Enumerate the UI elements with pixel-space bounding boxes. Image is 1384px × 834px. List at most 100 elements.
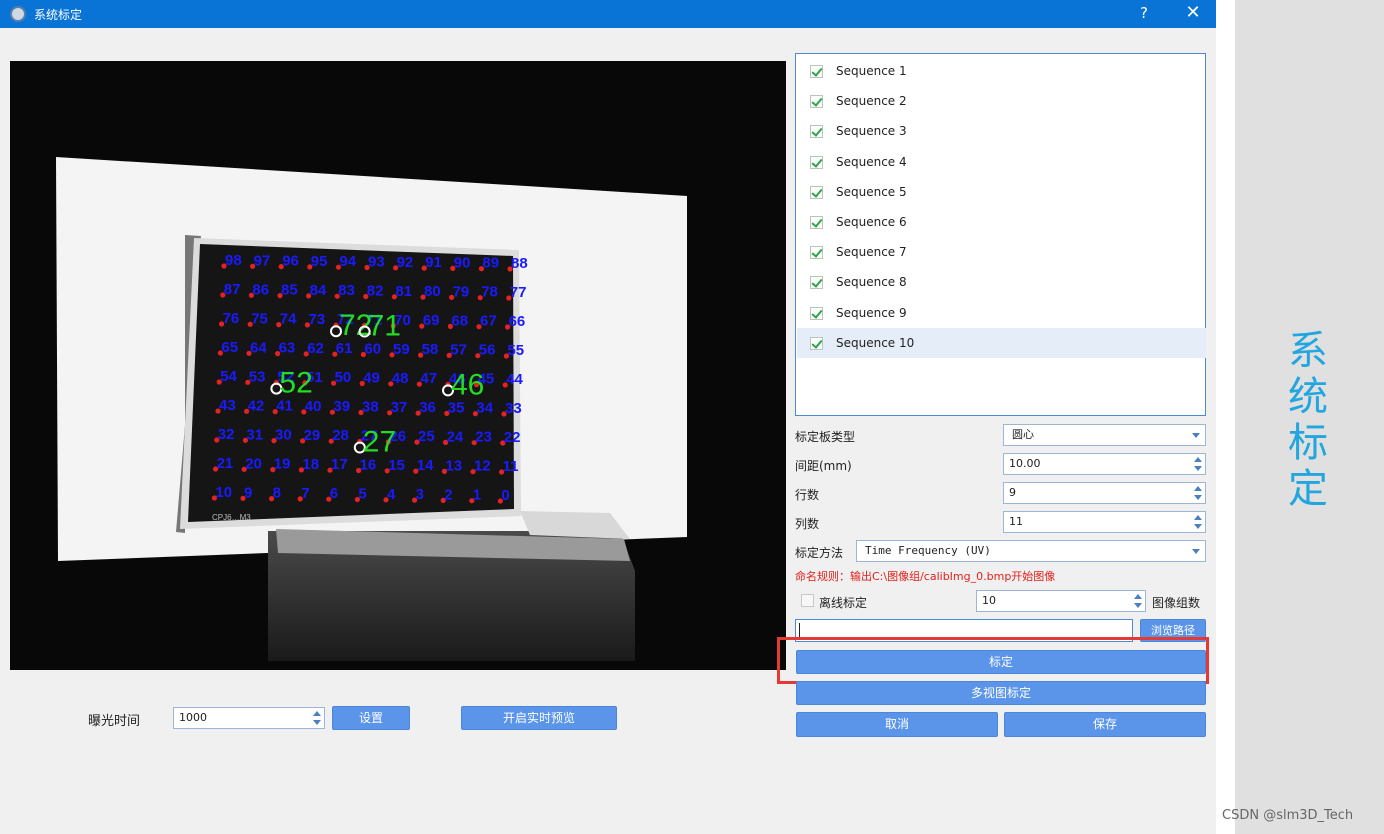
dot-number: 28	[332, 427, 349, 444]
dot-number: 38	[362, 399, 379, 416]
spin-arrows-icon[interactable]	[313, 711, 321, 725]
dot-number: 88	[511, 255, 528, 272]
dot-number: 29	[304, 427, 321, 444]
sequence-checkbox[interactable]	[810, 65, 823, 78]
marker-label: 27	[363, 426, 396, 459]
dot-number: 75	[251, 310, 268, 327]
sequence-checkbox[interactable]	[810, 336, 823, 350]
sequence-checkbox[interactable]	[810, 216, 823, 229]
sequence-item[interactable]: Sequence 4	[797, 147, 1206, 177]
image-group-count-input[interactable]: 10	[976, 590, 1146, 612]
dot-number: 89	[482, 255, 499, 272]
calibration-dialog: 系统标定 ? ✕ CPJ6…M3 98 97 96 95 94 93 92 91 90 89 88 8…	[0, 0, 1216, 834]
sequence-checkbox[interactable]	[810, 306, 823, 320]
sequence-checkbox[interactable]	[810, 155, 823, 169]
dot-number: 67	[480, 313, 497, 330]
sequence-checkbox[interactable]	[810, 125, 823, 139]
set-exposure-button[interactable]: 设置	[332, 706, 410, 730]
dot-number: 81	[395, 283, 412, 300]
spin-arrows-icon[interactable]	[1194, 515, 1202, 529]
sequence-checkbox[interactable]	[810, 246, 823, 260]
spacing-label: 间距(mm)	[795, 459, 852, 473]
dot-number: 59	[393, 341, 410, 358]
app-icon	[10, 6, 26, 22]
dot-number: 2	[444, 486, 452, 503]
dot-number: 50	[335, 369, 352, 386]
dot-number: 55	[507, 342, 524, 359]
dot-number: 40	[305, 398, 322, 415]
method-select[interactable]: Time Frequency (UV)	[856, 540, 1206, 562]
dot-number: 31	[246, 426, 263, 443]
window-title: 系统标定	[34, 8, 83, 22]
save-button[interactable]: 保存	[1004, 712, 1206, 737]
sequence-label: Sequence 8	[836, 275, 907, 290]
dot-number: 96	[282, 253, 299, 270]
sequence-item[interactable]: Sequence 5	[797, 177, 1206, 207]
sequence-checkbox[interactable]	[810, 185, 823, 199]
dot-number: 21	[217, 455, 234, 472]
sequence-item[interactable]: Sequence 6	[797, 207, 1206, 237]
spin-arrows-icon[interactable]	[1194, 457, 1202, 471]
spin-arrows-icon[interactable]	[1194, 486, 1202, 500]
sequence-item[interactable]: Sequence 1	[797, 56, 1206, 86]
method-value: Time Frequency (UV)	[865, 544, 991, 557]
exposure-input[interactable]: 1000	[173, 707, 325, 729]
method-label: 标定方法	[795, 546, 844, 560]
dot-number: 62	[307, 340, 324, 357]
sequence-label: Sequence 2	[836, 94, 907, 109]
sequence-label: Sequence 7	[836, 245, 907, 260]
dot-number: 37	[391, 399, 408, 416]
sequence-list[interactable]: Sequence 1 Sequence 2 Sequence 3 Sequence 4…	[795, 53, 1206, 416]
spin-arrows-icon[interactable]	[1134, 594, 1142, 608]
multi-calibrate-button[interactable]: 多视图标定	[796, 681, 1206, 705]
sequence-item[interactable]: Sequence 8	[797, 267, 1206, 297]
chevron-down-icon	[1192, 549, 1200, 554]
dot-number: 20	[245, 455, 262, 472]
dot-number: 65	[221, 339, 238, 356]
dot-number: 91	[425, 254, 442, 271]
cols-input[interactable]: 11	[1003, 511, 1206, 533]
help-button[interactable]: ?	[1132, 2, 1156, 26]
side-banner-title: 系 统 标 定	[1285, 328, 1331, 512]
sequence-item[interactable]: Sequence 10	[797, 327, 1206, 358]
dot-number: 69	[423, 312, 440, 329]
sequence-checkbox[interactable]	[810, 276, 823, 290]
sequence-checkbox[interactable]	[810, 95, 823, 109]
board-type-value: 圆心	[1012, 428, 1034, 441]
image-group-label: 图像组数	[1152, 596, 1201, 610]
side-banner: 系 统 标 定	[1235, 0, 1384, 834]
image-group-count-value: 10	[982, 594, 996, 607]
rows-input[interactable]: 9	[1003, 482, 1206, 504]
dot-number: 13	[445, 457, 462, 474]
marker-label: 52	[279, 367, 312, 400]
dot-number: 24	[447, 428, 464, 445]
sequence-label: Sequence 3	[836, 124, 907, 139]
sequence-item[interactable]: Sequence 9	[797, 298, 1206, 328]
title-bar: 系统标定 ? ✕	[0, 0, 1216, 28]
sequence-item[interactable]: Sequence 2	[797, 86, 1206, 116]
dot-number: 80	[424, 283, 441, 300]
offline-checkbox[interactable]	[801, 594, 814, 607]
cancel-button[interactable]: 取消	[796, 712, 998, 737]
spacing-input[interactable]: 10.00	[1003, 453, 1206, 475]
close-button[interactable]: ✕	[1180, 2, 1206, 26]
dot-number: 36	[419, 399, 436, 416]
dot-number: 25	[418, 428, 435, 445]
dot-number: 22	[504, 429, 521, 446]
sequence-item[interactable]: Sequence 3	[797, 116, 1206, 146]
exposure-label: 曝光时间	[88, 714, 141, 729]
dot-number: 17	[331, 456, 348, 473]
dot-number: 76	[223, 310, 240, 327]
banner-char: 标	[1288, 420, 1328, 466]
dot-number: 3	[416, 486, 424, 503]
sequence-label: Sequence 9	[836, 305, 907, 320]
dot-number: 85	[281, 282, 298, 299]
sequence-item[interactable]: Sequence 7	[797, 237, 1206, 267]
dot-number: 42	[248, 397, 265, 414]
dot-number: 32	[218, 426, 235, 443]
dot-number: 94	[339, 253, 356, 270]
board-type-select[interactable]: 圆心	[1003, 424, 1206, 446]
live-preview-button[interactable]: 开启实时预览	[461, 706, 617, 730]
dot-number: 18	[302, 456, 319, 473]
dot-number: 12	[474, 458, 491, 475]
